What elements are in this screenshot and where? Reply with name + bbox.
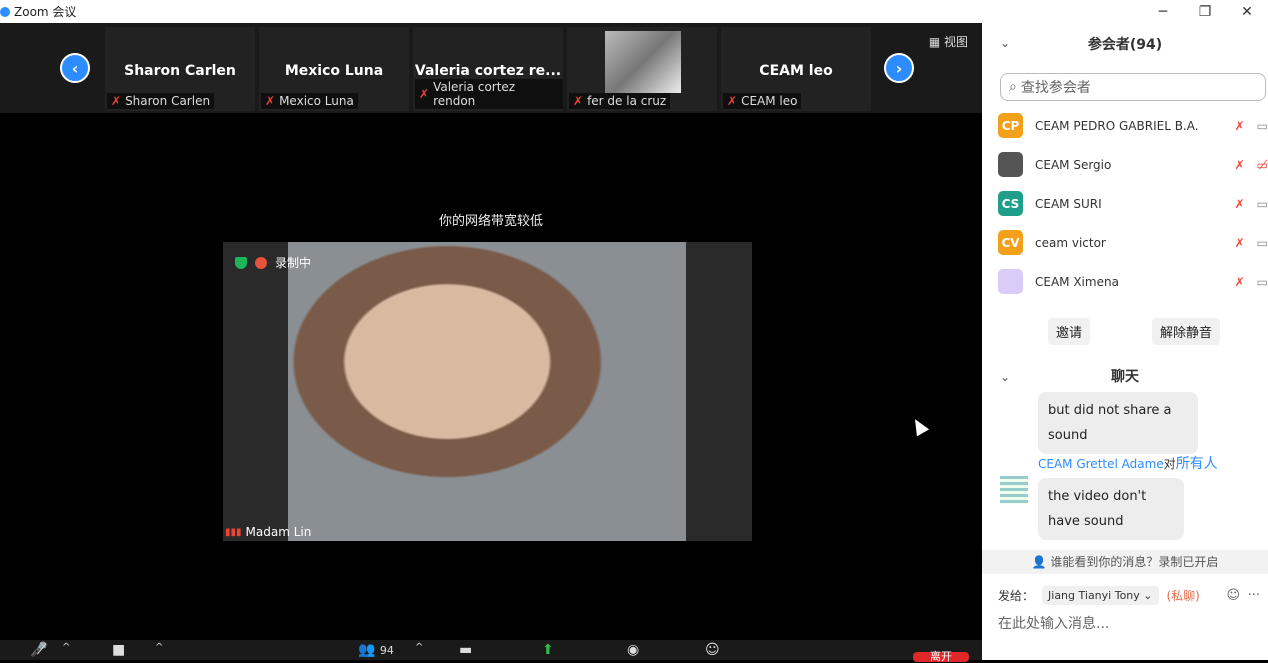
search-icon: ⌕ bbox=[1009, 79, 1017, 95]
view-button[interactable]: ▦ 视图 bbox=[929, 33, 968, 50]
mic-muted-icon[interactable]: ✗ bbox=[1235, 119, 1245, 133]
chat-sender: CEAM Grettel Adame对所有人 bbox=[1038, 456, 1218, 472]
prev-page-button[interactable]: ‹ bbox=[60, 53, 90, 83]
tile-label: ✗ fer de la cruz bbox=[569, 93, 671, 109]
shield-icon bbox=[235, 256, 247, 269]
mic-muted-icon[interactable]: ✗ bbox=[1235, 236, 1245, 250]
signal-icon: ▮▮▮ bbox=[225, 526, 242, 538]
share-screen-button[interactable]: ⬆ bbox=[542, 642, 554, 658]
video-button[interactable]: ■ bbox=[112, 642, 125, 658]
reactions-button[interactable]: ☺ bbox=[705, 642, 720, 658]
zoom-logo-icon bbox=[0, 6, 10, 17]
tile-name: CEAM leo bbox=[759, 63, 833, 79]
speaker-name: ▮▮▮ Madam Lin bbox=[225, 525, 312, 539]
mute-button[interactable]: 🎤̸ bbox=[30, 642, 47, 658]
invite-button[interactable]: 邀请 bbox=[1048, 318, 1091, 345]
avatar bbox=[998, 152, 1023, 177]
participants-title: 参会者(94) bbox=[1087, 37, 1163, 53]
user-icon: 👤 bbox=[1031, 555, 1051, 569]
meeting-toolbar: 🎤̸ ^ ■ ^ 👥 94 ^ ▬ ⬆ ◉ ☺ 离开 bbox=[0, 640, 982, 662]
next-page-button[interactable]: › bbox=[884, 53, 914, 83]
camera-icon[interactable]: ▭ bbox=[1257, 197, 1268, 211]
chat-button[interactable]: ▬ bbox=[459, 642, 472, 658]
avatar: CV bbox=[998, 230, 1023, 255]
chat-message: the video don't have sound bbox=[1038, 478, 1184, 540]
avatar: CS bbox=[998, 191, 1023, 216]
tile-name: Mexico Luna bbox=[284, 63, 384, 79]
audio-options-chevron-icon[interactable]: ^ bbox=[62, 642, 70, 653]
camera-off-icon[interactable]: ▭̸ bbox=[1257, 158, 1268, 172]
search-participants-input[interactable]: ⌕ 查找参会者 bbox=[1000, 73, 1266, 101]
thumbnail-strip: ‹ Sharon Carlen ✗ Sharon Carlen Mexico Lu… bbox=[0, 23, 982, 113]
record-icon bbox=[255, 256, 267, 269]
bandwidth-warning: 你的网络带宽较低 bbox=[438, 214, 543, 229]
close-icon[interactable]: ✕ bbox=[1226, 4, 1268, 20]
tile-name: Valeria cortez re... bbox=[414, 63, 562, 79]
mic-muted-icon: ✗ bbox=[727, 94, 738, 108]
side-panel: ─ ❐ ✕ ⌄ 参会者(94) ⌕ 查找参会者 CP CEAM PEDRO GA… bbox=[982, 0, 1268, 660]
mic-muted-icon: ✗ bbox=[573, 94, 584, 108]
video-options-chevron-icon[interactable]: ^ bbox=[155, 642, 163, 653]
participants-header: ⌄ 参会者(94) bbox=[982, 30, 1268, 58]
more-icon[interactable]: ··· bbox=[1248, 588, 1260, 603]
mic-muted-icon[interactable]: ✗ bbox=[1235, 275, 1245, 289]
participant-item[interactable]: CEAM Ximena ✗ ▭ bbox=[998, 262, 1268, 301]
participant-tile[interactable]: Sharon Carlen ✗ Sharon Carlen bbox=[105, 27, 255, 111]
participant-tile[interactable]: Valeria cortez re... ✗ Valeria cortez ren… bbox=[413, 27, 563, 111]
chat-message: but did not share a sound bbox=[1038, 392, 1198, 454]
unmute-all-button[interactable]: 解除静音 bbox=[1152, 318, 1221, 345]
avatar: CP bbox=[998, 113, 1023, 138]
tile-name: Sharon Carlen bbox=[124, 63, 236, 79]
mic-muted-icon[interactable]: ✗ bbox=[1235, 197, 1245, 211]
participants-button[interactable]: 👥 94 bbox=[358, 642, 394, 658]
camera-icon[interactable]: ▭ bbox=[1257, 119, 1268, 133]
participant-list: CP CEAM PEDRO GABRIEL B.A. ✗ ▭ CEAM Sergi… bbox=[998, 106, 1268, 301]
participant-tile[interactable]: Mexico Luna ✗ Mexico Luna bbox=[259, 27, 409, 111]
restore-icon[interactable]: ❐ bbox=[1184, 4, 1226, 20]
mic-muted-icon: ✗ bbox=[265, 94, 276, 108]
participant-item[interactable]: CEAM Sergio ✗ ▭̸ bbox=[998, 145, 1268, 184]
title-bar: Zoom 会议 bbox=[0, 0, 982, 23]
tile-label: ✗ Mexico Luna bbox=[261, 93, 358, 109]
video-thumbnail bbox=[605, 31, 681, 93]
tile-label: ✗ CEAM leo bbox=[723, 93, 802, 109]
send-to-row: 发给： Jiang Tianyi Tony ⌄ (私聊) bbox=[998, 586, 1200, 605]
mic-muted-icon: ✗ bbox=[111, 94, 122, 108]
avatar bbox=[1000, 476, 1028, 504]
avatar bbox=[998, 269, 1023, 294]
recipient-select[interactable]: Jiang Tianyi Tony ⌄ bbox=[1042, 586, 1159, 605]
participant-tile[interactable]: CEAM leo ✗ CEAM leo bbox=[721, 27, 871, 111]
chat-title: 聊天 bbox=[1111, 369, 1139, 385]
window-title: Zoom 会议 bbox=[14, 5, 77, 19]
active-speaker-video[interactable]: 录制中 ▮▮▮ Madam Lin bbox=[223, 242, 752, 541]
mic-muted-icon: ✗ bbox=[419, 87, 430, 101]
participants-options-chevron-icon[interactable]: ^ bbox=[415, 642, 423, 653]
camera-icon[interactable]: ▭ bbox=[1257, 275, 1268, 289]
leave-button[interactable]: 离开 bbox=[913, 651, 969, 662]
participant-item[interactable]: CP CEAM PEDRO GABRIEL B.A. ✗ ▭ bbox=[998, 106, 1268, 145]
chat-input[interactable]: 在此处输入消息... bbox=[998, 613, 1109, 633]
record-button[interactable]: ◉ bbox=[627, 642, 639, 658]
emoji-icon[interactable]: ☺ bbox=[1226, 588, 1240, 603]
speaker-video-feed bbox=[288, 242, 686, 541]
mouse-cursor-icon bbox=[908, 415, 930, 437]
mic-muted-icon[interactable]: ✗ bbox=[1235, 158, 1245, 172]
participant-item[interactable]: CV ceam victor ✗ ▭ bbox=[998, 223, 1268, 262]
participant-tile[interactable]: ✗ fer de la cruz bbox=[567, 27, 717, 111]
participant-item[interactable]: CS CEAM SURI ✗ ▭ bbox=[998, 184, 1268, 223]
window-controls: ─ ❐ ✕ bbox=[982, 0, 1268, 23]
minimize-icon[interactable]: ─ bbox=[1142, 4, 1184, 20]
tile-label: ✗ Sharon Carlen bbox=[107, 93, 215, 109]
chat-visibility-notice[interactable]: 👤 谁能看到你的消息？录制已开启 bbox=[982, 550, 1268, 574]
camera-icon[interactable]: ▭ bbox=[1257, 236, 1268, 250]
recording-badge: 录制中 bbox=[235, 254, 311, 271]
tile-label: ✗ Valeria cortez rendon bbox=[415, 79, 563, 109]
